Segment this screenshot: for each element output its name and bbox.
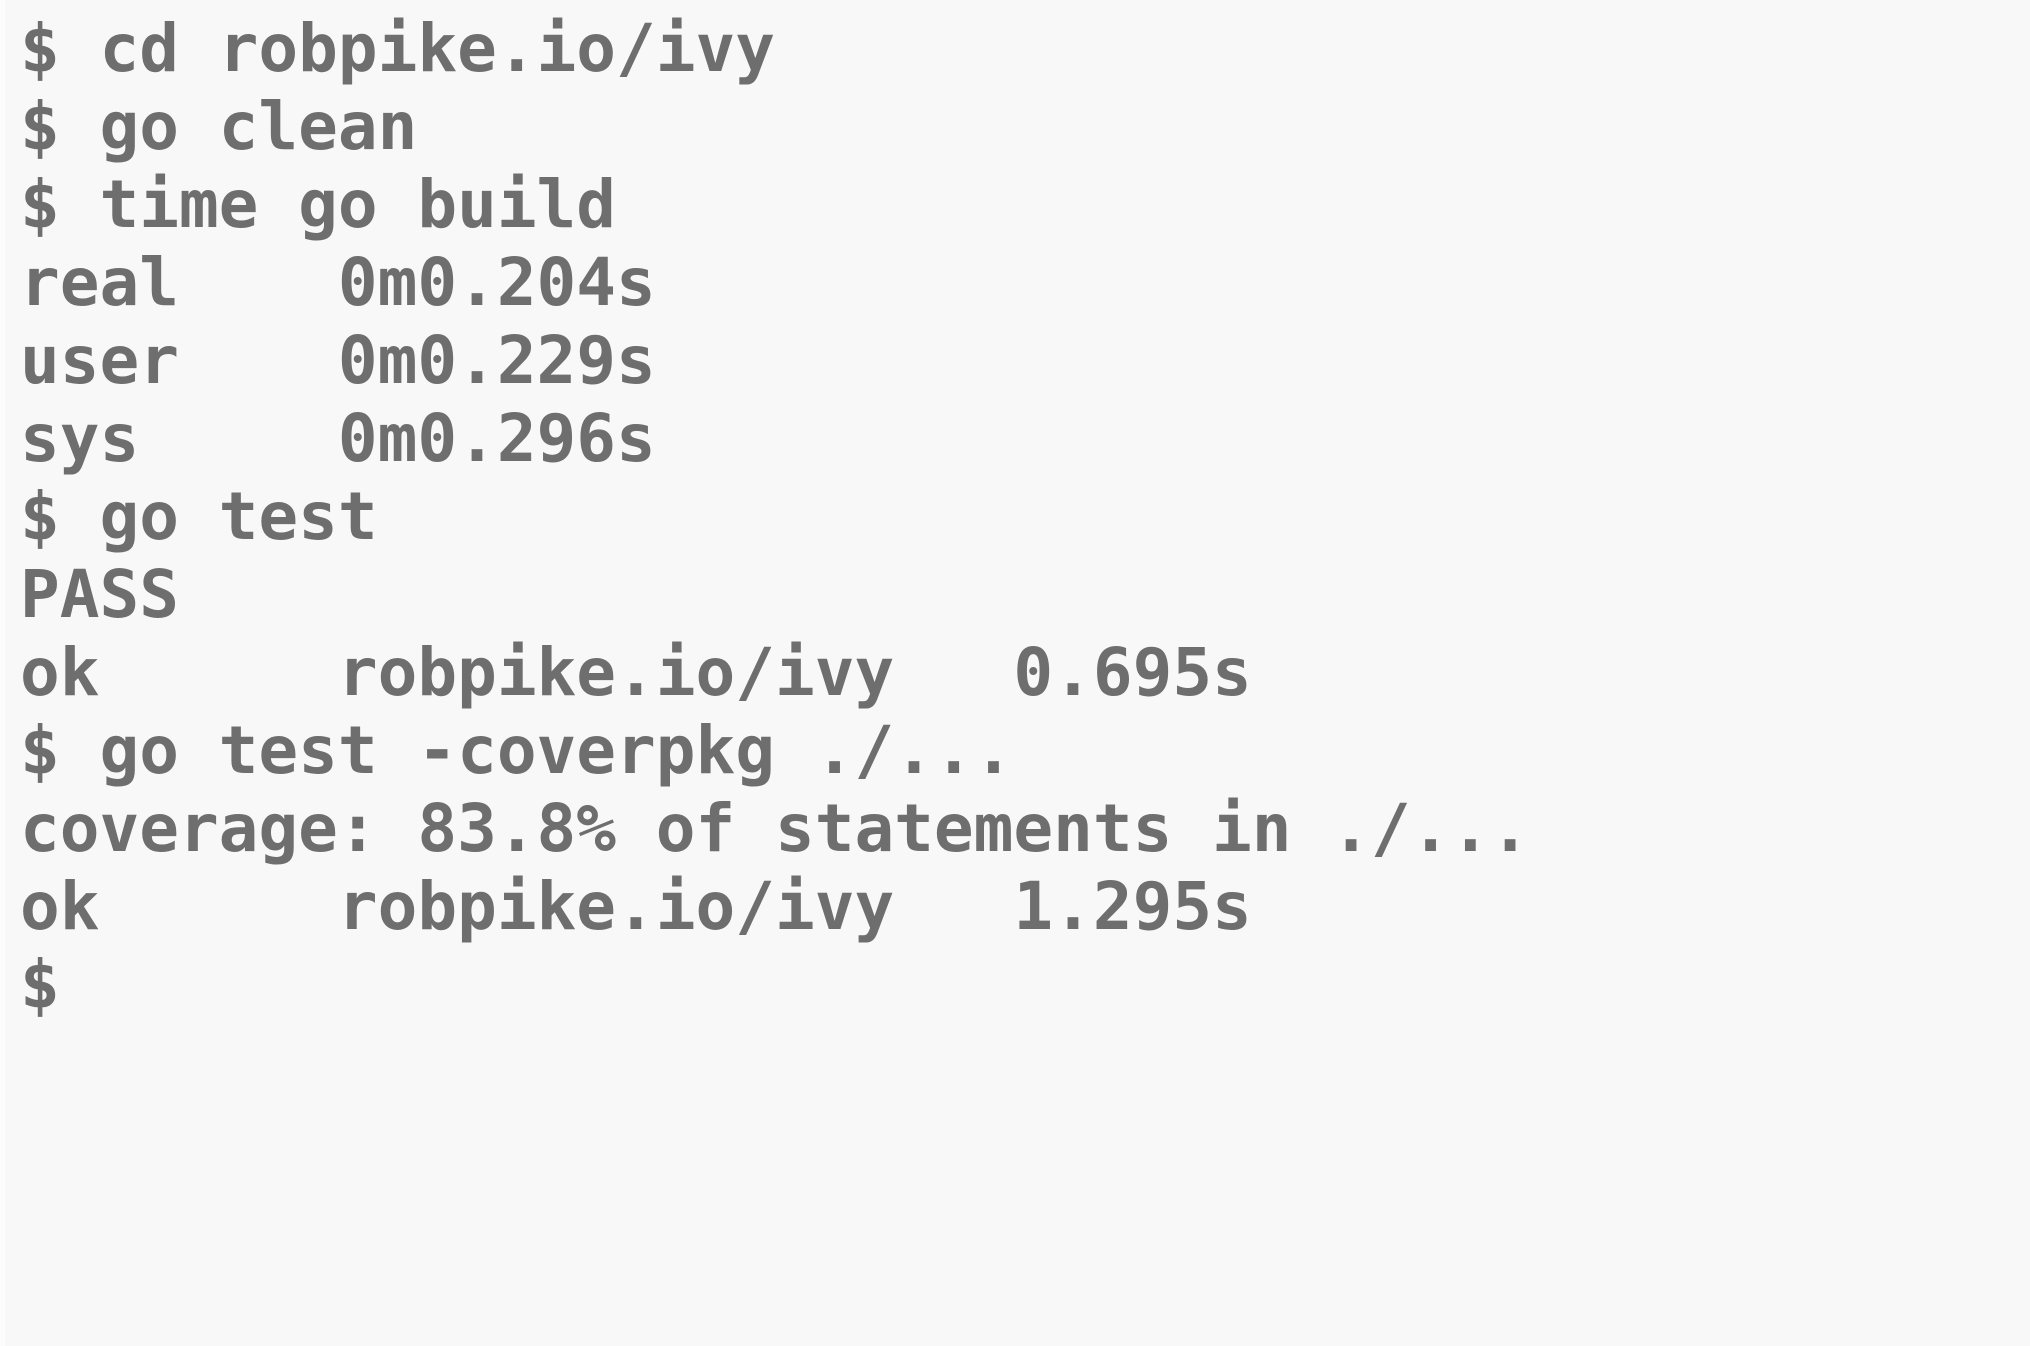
terminal-line-out-real: real 0m0.204s bbox=[20, 244, 656, 321]
terminal-line-prompt-final: $ bbox=[20, 946, 60, 1023]
terminal-line-out-sys: sys 0m0.296s bbox=[20, 400, 656, 477]
terminal-line-cmd-time-build: $ time go build bbox=[20, 166, 617, 243]
terminal-window[interactable]: $ cd robpike.io/ivy $ go clean $ time go b… bbox=[0, 0, 2030, 1346]
terminal-line-out-coverage: coverage: 83.8% of statements in ./... bbox=[20, 790, 1530, 867]
terminal-output: $ cd robpike.io/ivy $ go clean $ time go b… bbox=[20, 10, 2030, 1024]
terminal-line-cmd-cd: $ cd robpike.io/ivy bbox=[20, 10, 775, 87]
terminal-line-out-user: user 0m0.229s bbox=[20, 322, 656, 399]
terminal-line-cmd-go-test: $ go test bbox=[20, 478, 378, 555]
terminal-line-cmd-go-test-cov: $ go test -coverpkg ./... bbox=[20, 712, 1014, 789]
terminal-line-out-pass: PASS bbox=[20, 556, 179, 633]
terminal-line-cmd-go-clean: $ go clean bbox=[20, 88, 418, 165]
terminal-line-out-ok-1: ok robpike.io/ivy 0.695s bbox=[20, 634, 1252, 711]
terminal-line-out-ok-2: ok robpike.io/ivy 1.295s bbox=[20, 868, 1252, 945]
